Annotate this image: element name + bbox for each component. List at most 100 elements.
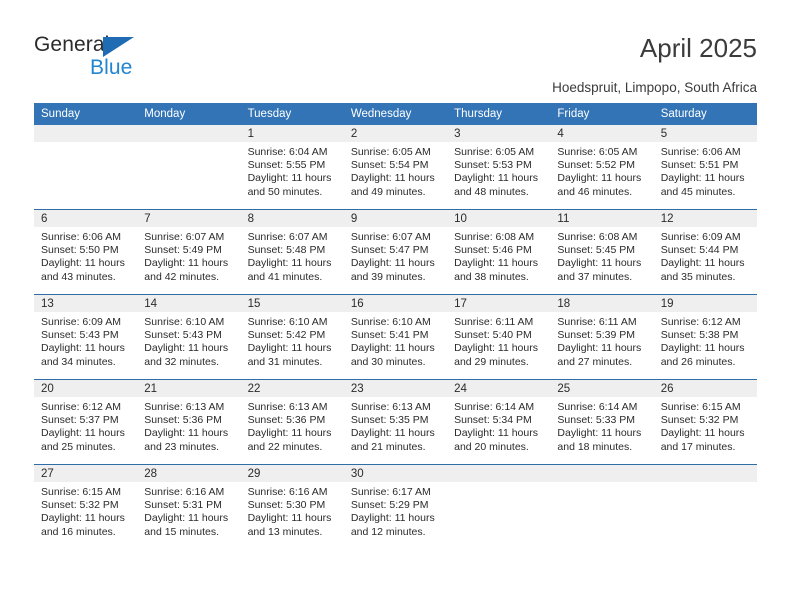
calendar-day-cell[interactable]: 21 Sunrise: 6:13 AM Sunset: 5:36 PM Dayligh…	[137, 379, 241, 465]
day-number: 26	[653, 380, 757, 397]
weekday-header-row: Sunday Monday Tuesday Wednesday Thursday…	[34, 103, 757, 125]
daylight-text-line2: and 31 minutes.	[247, 355, 323, 368]
calendar-day-cell[interactable]	[550, 464, 654, 549]
daylight-text-line1: Daylight: 11 hours	[660, 342, 745, 355]
daylight-text-line2: and 39 minutes.	[350, 270, 426, 283]
calendar-day-cell[interactable]: 4 Sunrise: 6:05 AM Sunset: 5:52 PM Daylight…	[550, 125, 654, 210]
daylight-text-line2: and 30 minutes.	[350, 355, 426, 368]
calendar-day-cell[interactable]: 20 Sunrise: 6:12 AM Sunset: 5:37 PM Dayligh…	[34, 379, 138, 465]
day-number: 14	[137, 295, 241, 312]
daylight-text-line2: and 13 minutes.	[247, 525, 323, 538]
daylight-text-line1: Daylight: 11 hours	[557, 257, 642, 270]
calendar-day-cell[interactable]	[653, 464, 757, 549]
calendar-day-cell[interactable]: 27 Sunrise: 6:15 AM Sunset: 5:32 PM Dayligh…	[34, 464, 138, 549]
calendar-day-cell[interactable]	[447, 464, 551, 549]
daylight-text-line2: and 26 minutes.	[660, 355, 736, 368]
sunrise-text: Sunrise: 6:08 AM	[454, 231, 535, 243]
day-number: 9	[343, 210, 448, 227]
daylight-text-line2: and 22 minutes.	[247, 440, 323, 453]
sunrise-text: Sunrise: 6:12 AM	[41, 401, 121, 413]
daylight-text-line2: and 41 minutes.	[247, 270, 323, 283]
daylight-text-line2: and 45 minutes.	[660, 185, 736, 198]
daylight-text-line2: and 16 minutes.	[41, 525, 116, 538]
daylight-text-line2: and 21 minutes.	[350, 440, 426, 453]
sunset-text: Sunset: 5:37 PM	[41, 414, 119, 427]
calendar-day-cell[interactable]: 14 Sunrise: 6:10 AM Sunset: 5:43 PM Dayligh…	[137, 294, 241, 380]
sunrise-text: Sunrise: 6:06 AM	[660, 146, 741, 158]
daylight-text-line1: Daylight: 11 hours	[144, 257, 229, 270]
daylight-text-line2: and 43 minutes.	[41, 270, 116, 283]
sunrise-text: Sunrise: 6:09 AM	[41, 316, 121, 328]
day-number: 12	[653, 210, 757, 227]
sunrise-text: Sunrise: 6:10 AM	[350, 316, 431, 328]
sunset-text: Sunset: 5:41 PM	[350, 329, 429, 342]
sunrise-text: Sunrise: 6:13 AM	[247, 401, 328, 413]
sunset-text: Sunset: 5:53 PM	[454, 159, 532, 172]
calendar-day-cell[interactable]: 25 Sunrise: 6:14 AM Sunset: 5:33 PM Dayligh…	[550, 379, 654, 465]
sunset-text: Sunset: 5:48 PM	[247, 244, 326, 257]
calendar-day-cell[interactable]	[34, 125, 138, 210]
sunset-text: Sunset: 5:34 PM	[454, 414, 532, 427]
calendar-day-cell[interactable]: 1 Sunrise: 6:04 AM Sunset: 5:55 PM Daylight…	[240, 125, 344, 210]
daylight-text-line1: Daylight: 11 hours	[350, 257, 435, 270]
day-number: 13	[34, 295, 138, 312]
logo-text-blue: Blue	[90, 56, 133, 79]
sunrise-text: Sunrise: 6:09 AM	[660, 231, 741, 243]
sunrise-text: Sunrise: 6:10 AM	[144, 316, 225, 328]
daylight-text-line1: Daylight: 11 hours	[144, 512, 229, 525]
sunset-text: Sunset: 5:42 PM	[247, 329, 326, 342]
calendar-day-cell[interactable]: 11 Sunrise: 6:08 AM Sunset: 5:45 PM Dayligh…	[550, 209, 654, 295]
daylight-text-line1: Daylight: 11 hours	[247, 512, 332, 525]
calendar-day-cell[interactable]: 22 Sunrise: 6:13 AM Sunset: 5:36 PM Dayligh…	[240, 379, 344, 465]
daylight-text-line2: and 42 minutes.	[144, 270, 219, 283]
sunset-text: Sunset: 5:43 PM	[144, 329, 222, 342]
daylight-text-line2: and 35 minutes.	[660, 270, 736, 283]
day-number	[34, 125, 138, 142]
sunset-text: Sunset: 5:44 PM	[660, 244, 739, 257]
sunset-text: Sunset: 5:31 PM	[144, 499, 222, 512]
calendar-day-cell[interactable]: 2 Sunrise: 6:05 AM Sunset: 5:54 PM Daylight…	[343, 125, 448, 210]
calendar-day-cell[interactable]: 17 Sunrise: 6:11 AM Sunset: 5:40 PM Dayligh…	[447, 294, 551, 380]
day-number: 10	[447, 210, 551, 227]
calendar-day-cell[interactable]	[137, 125, 241, 210]
calendar-day-cell[interactable]: 10 Sunrise: 6:08 AM Sunset: 5:46 PM Dayligh…	[447, 209, 551, 295]
daylight-text-line1: Daylight: 11 hours	[557, 427, 642, 440]
daylight-text-line1: Daylight: 11 hours	[660, 172, 745, 185]
day-number: 22	[240, 380, 344, 397]
calendar-day-cell[interactable]: 18 Sunrise: 6:11 AM Sunset: 5:39 PM Dayligh…	[550, 294, 654, 380]
calendar-day-cell[interactable]: 24 Sunrise: 6:14 AM Sunset: 5:34 PM Dayligh…	[447, 379, 551, 465]
calendar-day-cell[interactable]: 8 Sunrise: 6:07 AM Sunset: 5:48 PM Daylight…	[240, 209, 344, 295]
daylight-text-line2: and 27 minutes.	[557, 355, 633, 368]
generalblue-logo[interactable]: General Blue	[34, 34, 214, 82]
page-title: April 2025	[639, 33, 757, 63]
daylight-text-line1: Daylight: 11 hours	[350, 427, 435, 440]
calendar-day-cell[interactable]: 19 Sunrise: 6:12 AM Sunset: 5:38 PM Dayligh…	[653, 294, 757, 380]
daylight-text-line2: and 29 minutes.	[454, 355, 529, 368]
sunrise-text: Sunrise: 6:05 AM	[557, 146, 638, 158]
calendar-day-cell[interactable]: 15 Sunrise: 6:10 AM Sunset: 5:42 PM Dayligh…	[240, 294, 344, 380]
calendar-day-cell[interactable]: 7 Sunrise: 6:07 AM Sunset: 5:49 PM Daylight…	[137, 209, 241, 295]
calendar-day-cell[interactable]: 29 Sunrise: 6:16 AM Sunset: 5:30 PM Dayligh…	[240, 464, 344, 549]
calendar-table: Sunday Monday Tuesday Wednesday Thursday…	[34, 103, 757, 549]
calendar-day-cell[interactable]: 30 Sunrise: 6:17 AM Sunset: 5:29 PM Dayligh…	[343, 464, 448, 549]
daylight-text-line2: and 23 minutes.	[144, 440, 219, 453]
daylight-text-line1: Daylight: 11 hours	[660, 427, 745, 440]
calendar-day-cell[interactable]: 9 Sunrise: 6:07 AM Sunset: 5:47 PM Daylight…	[343, 209, 448, 295]
calendar-page: General Blue April 2025 Hoedspruit, Limp…	[0, 0, 792, 612]
calendar-day-cell[interactable]: 26 Sunrise: 6:15 AM Sunset: 5:32 PM Dayligh…	[653, 379, 757, 465]
calendar-day-cell[interactable]: 23 Sunrise: 6:13 AM Sunset: 5:35 PM Dayligh…	[343, 379, 448, 465]
calendar-day-cell[interactable]: 5 Sunrise: 6:06 AM Sunset: 5:51 PM Daylight…	[653, 125, 757, 210]
day-number: 3	[447, 125, 551, 142]
calendar-day-cell[interactable]: 16 Sunrise: 6:10 AM Sunset: 5:41 PM Dayligh…	[343, 294, 448, 380]
day-number	[653, 465, 757, 482]
weekday-header-tuesday: Tuesday	[240, 103, 344, 125]
day-number: 25	[550, 380, 654, 397]
sunset-text: Sunset: 5:43 PM	[41, 329, 119, 342]
calendar-day-cell[interactable]: 6 Sunrise: 6:06 AM Sunset: 5:50 PM Daylight…	[34, 209, 138, 295]
calendar-day-cell[interactable]: 12 Sunrise: 6:09 AM Sunset: 5:44 PM Dayligh…	[653, 209, 757, 295]
day-number: 15	[240, 295, 344, 312]
day-number: 11	[550, 210, 654, 227]
calendar-day-cell[interactable]: 13 Sunrise: 6:09 AM Sunset: 5:43 PM Dayligh…	[34, 294, 138, 380]
calendar-day-cell[interactable]: 3 Sunrise: 6:05 AM Sunset: 5:53 PM Daylight…	[447, 125, 551, 210]
calendar-day-cell[interactable]: 28 Sunrise: 6:16 AM Sunset: 5:31 PM Dayligh…	[137, 464, 241, 549]
